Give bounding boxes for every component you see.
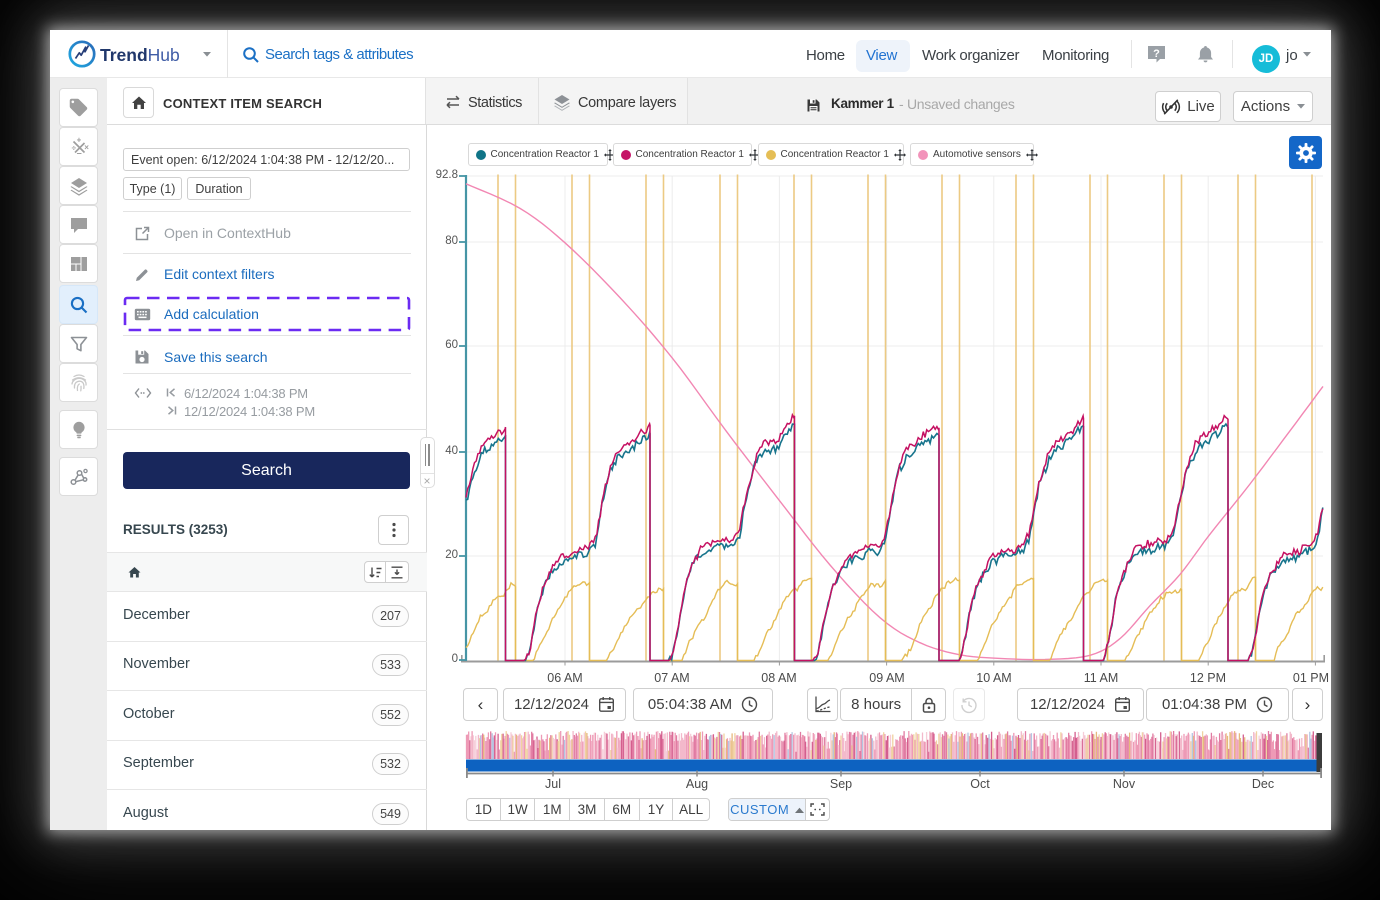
svg-text:?: ? <box>1153 48 1160 60</box>
svg-text:+: + <box>76 136 81 144</box>
svg-text:−: − <box>76 148 81 158</box>
svg-text:×: × <box>84 143 89 152</box>
